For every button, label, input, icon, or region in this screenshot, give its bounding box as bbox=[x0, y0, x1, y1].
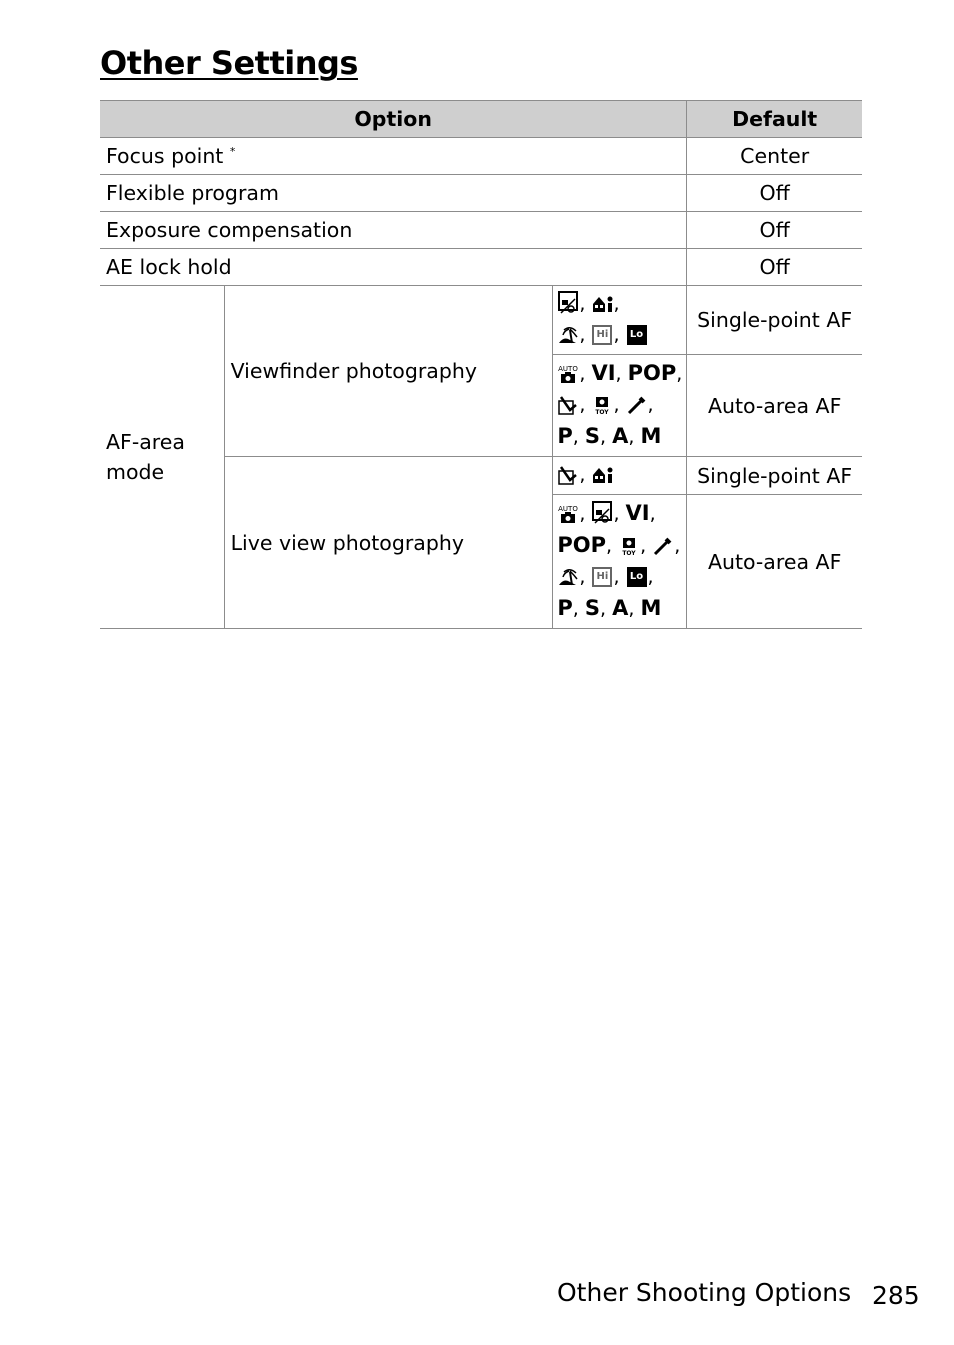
default-cell: Single-point AF bbox=[686, 456, 862, 495]
default-cell: Auto-area AF bbox=[686, 354, 862, 457]
pop-mode: POP bbox=[627, 361, 677, 385]
photo-illustration-icon bbox=[558, 464, 578, 485]
table-row: AF-area mode Viewfinder photography , , … bbox=[100, 285, 862, 629]
header-row: Option Default bbox=[100, 100, 862, 138]
default-cell: Center bbox=[686, 137, 862, 175]
mode-icons: , bbox=[552, 456, 688, 495]
viewfinder-label: Viewfinder photography bbox=[223, 285, 554, 457]
option-label: Focus point bbox=[106, 144, 224, 168]
table-row: Flexible program Off bbox=[100, 174, 862, 212]
default-cell: Auto-area AF bbox=[686, 494, 862, 629]
option-header: Option bbox=[100, 100, 688, 138]
toy-camera-icon: TOY bbox=[592, 394, 612, 416]
mode-a: A bbox=[612, 424, 629, 448]
party-indoor-icon bbox=[592, 293, 613, 313]
table-row: Focus point * Center bbox=[100, 137, 862, 175]
beach-snow-icon bbox=[558, 324, 578, 344]
auto-icon: AUTO bbox=[558, 503, 579, 523]
mode-m: M bbox=[640, 596, 662, 620]
default-cell: Off bbox=[686, 211, 862, 249]
mode-m: M bbox=[640, 424, 662, 448]
mode-icons: , , , Hi, Lo bbox=[552, 285, 688, 355]
low-key-icon: Lo bbox=[626, 325, 647, 345]
mode-icons: AUTO, , VI, POP, TOY, , , Hi, Lo, P, S, … bbox=[552, 494, 688, 629]
party-indoor-icon bbox=[592, 464, 613, 484]
footer-section-title: Other Shooting Options bbox=[557, 1278, 852, 1307]
color-sketch-icon bbox=[627, 394, 647, 415]
svg-text:AUTO: AUTO bbox=[559, 365, 579, 373]
default-cell: Off bbox=[686, 174, 862, 212]
option-cell: Exposure compensation bbox=[100, 211, 688, 249]
auto-icon: AUTO bbox=[558, 363, 579, 383]
default-header: Default bbox=[686, 100, 862, 138]
photo-illustration-icon bbox=[558, 394, 578, 415]
pop-mode: POP bbox=[557, 533, 606, 557]
mode-p: P bbox=[557, 596, 573, 620]
vi-mode: VI bbox=[625, 501, 650, 525]
toy-camera-icon: TOY bbox=[619, 535, 639, 557]
mode-s: S bbox=[584, 596, 600, 620]
table-row: Exposure compensation Off bbox=[100, 211, 862, 249]
page-title: Other Settings bbox=[100, 44, 358, 82]
table-row: AE lock hold Off bbox=[100, 248, 862, 286]
mode-icons: AUTO, VI, POP, , TOY, , P, S, A, M bbox=[552, 354, 688, 457]
live-view-label: Live view photography bbox=[224, 456, 554, 629]
low-key-icon: Lo bbox=[626, 567, 647, 587]
footnote-marker: * bbox=[229, 145, 236, 159]
default-cell: Single-point AF bbox=[686, 285, 862, 355]
color-sketch-icon bbox=[653, 535, 673, 556]
other-settings-table: Option Default Focus point * Center Flex… bbox=[100, 100, 862, 629]
option-cell: AE lock hold bbox=[100, 248, 688, 286]
beach-snow-icon bbox=[558, 566, 578, 586]
mode-a: A bbox=[612, 596, 629, 620]
high-key-icon: Hi bbox=[592, 567, 613, 587]
svg-text:AUTO: AUTO bbox=[559, 505, 579, 513]
high-key-icon: Hi bbox=[592, 325, 613, 345]
vi-mode: VI bbox=[591, 361, 616, 385]
svg-text:TOY: TOY bbox=[622, 550, 636, 556]
page-number: 285 bbox=[872, 1281, 920, 1310]
option-cell: Focus point * bbox=[100, 137, 688, 175]
mode-s: S bbox=[584, 424, 600, 448]
svg-text:TOY: TOY bbox=[596, 409, 610, 415]
af-area-mode-label: AF-area mode bbox=[100, 285, 225, 629]
night-portrait-icon bbox=[592, 501, 613, 524]
mode-p: P bbox=[557, 424, 573, 448]
default-cell: Off bbox=[686, 248, 862, 286]
night-portrait-icon bbox=[558, 291, 579, 314]
option-cell: Flexible program bbox=[100, 174, 688, 212]
